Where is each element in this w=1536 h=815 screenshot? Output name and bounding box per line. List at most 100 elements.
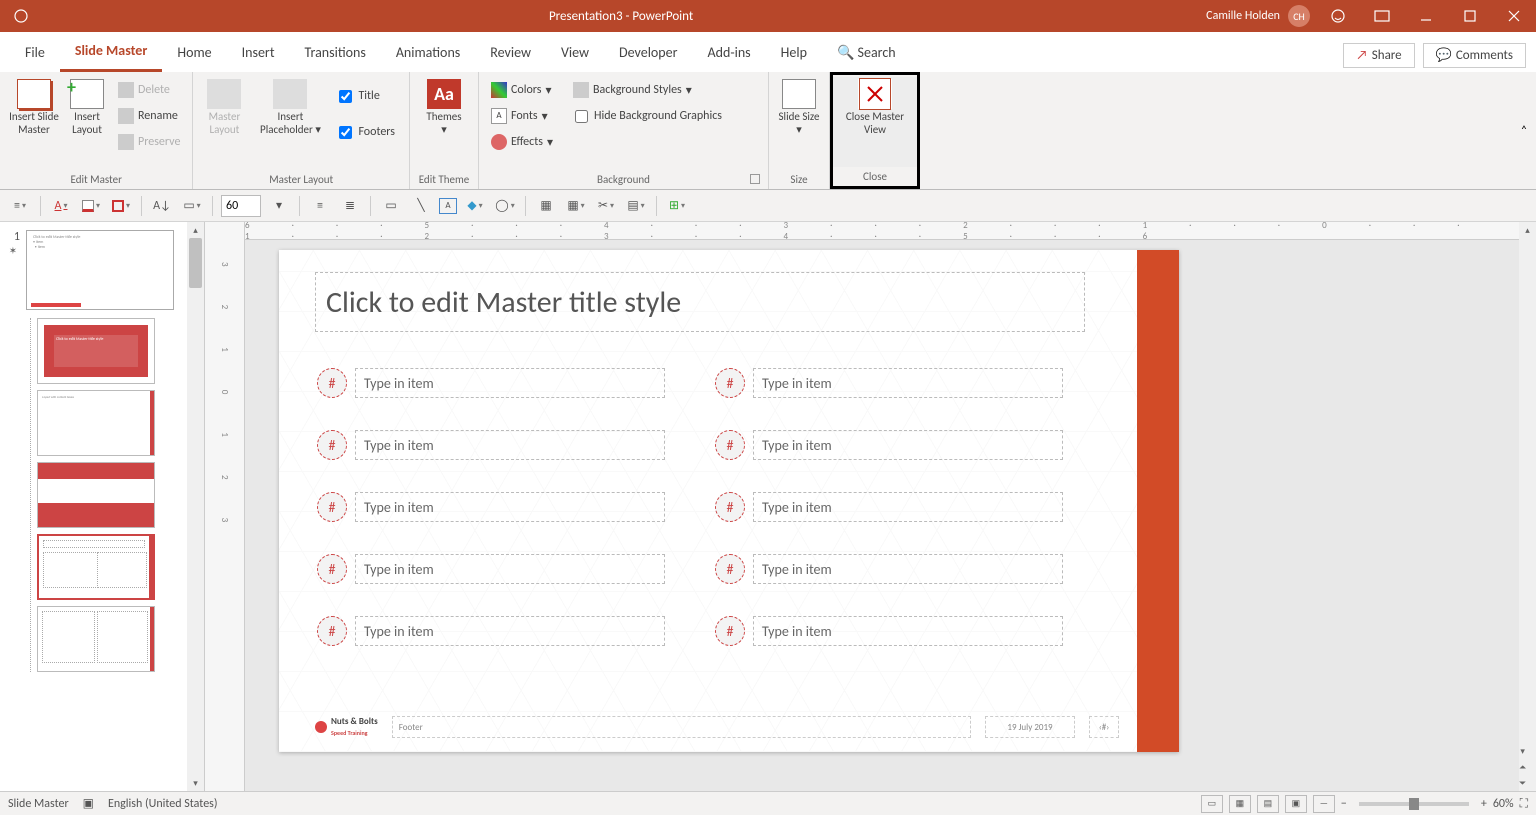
tab-animations[interactable]: Animations [381, 32, 475, 72]
item-text-placeholder[interactable]: Type in item [355, 368, 665, 398]
close-window-button[interactable] [1492, 0, 1536, 32]
font-color-button[interactable]: A [49, 194, 73, 218]
layout-thumbnail[interactable] [37, 606, 155, 672]
tab-insert[interactable]: Insert [227, 32, 290, 72]
user-area[interactable]: Camille Holden CH [1200, 5, 1316, 27]
title-checkbox[interactable]: Title [331, 85, 403, 107]
thumbnail-pane[interactable]: 1 ✶ Click to edit Master title style• it… [0, 222, 205, 791]
outline-color-button[interactable] [109, 194, 133, 218]
rename-button[interactable]: Rename [112, 105, 186, 127]
number-placeholder[interactable]: # [317, 368, 347, 398]
layout-thumbnail[interactable]: Click to edit Master title style [37, 318, 155, 384]
slideshow-button[interactable]: ▣ [1285, 795, 1307, 813]
comments-button[interactable]: 💬Comments [1423, 43, 1526, 68]
arrange-button[interactable]: ▭ [180, 194, 204, 218]
zoom-value[interactable]: 60% [1493, 797, 1514, 811]
insert-slide-master-button[interactable]: Insert Slide Master [6, 77, 62, 167]
zoom-in-button[interactable]: + [1481, 797, 1487, 811]
item-right-2[interactable]: #Type in item [715, 430, 1063, 460]
item-right-4[interactable]: #Type in item [715, 554, 1063, 584]
master-thumbnail[interactable]: Click to edit Master title style• item •… [26, 230, 174, 310]
slide-size-button[interactable]: Slide Size ▾ [775, 77, 823, 167]
date-placeholder[interactable]: 19 July 2019 [985, 716, 1075, 738]
ribbon-display-icon[interactable] [1360, 0, 1404, 32]
tab-transitions[interactable]: Transitions [290, 32, 381, 72]
reading-view-button[interactable]: ▤ [1257, 795, 1279, 813]
zoom-thumb[interactable] [1409, 798, 1419, 810]
tab-view[interactable]: View [546, 32, 604, 72]
insert-layout-button[interactable]: + Insert Layout [64, 77, 110, 167]
footer-placeholder[interactable]: Footer [392, 716, 971, 738]
effects-button[interactable]: Effects ▾ [485, 131, 559, 153]
rect-button[interactable]: ▭ [379, 194, 403, 218]
notes-button[interactable]: — [1313, 795, 1335, 813]
collapse-ribbon-button[interactable]: ˄ [1512, 72, 1536, 189]
next-slide-button[interactable]: ⏷ [1519, 775, 1526, 791]
sort-button[interactable]: A↓ [150, 194, 174, 218]
line-button[interactable]: ╲ [409, 194, 433, 218]
editor-scrollbar[interactable]: ▴ ▾ ⏶ ⏷ [1519, 222, 1536, 791]
maximize-button[interactable] [1448, 0, 1492, 32]
scroll-down-icon[interactable]: ▾ [187, 775, 204, 791]
hide-bg-checkbox[interactable]: Hide Background Graphics [567, 105, 730, 127]
tab-review[interactable]: Review [475, 32, 546, 72]
status-language[interactable]: English (United States) [108, 797, 218, 811]
footers-checkbox[interactable]: Footers [331, 121, 403, 143]
table-button[interactable]: ▦ [564, 194, 588, 218]
align-left-button[interactable]: ≡ [308, 194, 332, 218]
layout-thumbnail-selected[interactable] [37, 534, 155, 600]
guides-button[interactable]: ⊞ [665, 194, 689, 218]
item-left-5[interactable]: #Type in item [317, 616, 665, 646]
fill-color-button[interactable] [79, 194, 103, 218]
oval-button[interactable]: ◯ [493, 194, 517, 218]
item-right-1[interactable]: #Type in item [715, 368, 1063, 398]
autosave-toggle[interactable] [8, 3, 34, 29]
minimize-button[interactable] [1404, 0, 1448, 32]
search-box[interactable]: 🔍 Search [822, 32, 911, 72]
fit-to-window-button[interactable]: ⛶ [1520, 797, 1528, 811]
align-center-button[interactable]: ≣ [338, 194, 362, 218]
background-styles-button[interactable]: Background Styles ▾ [567, 79, 730, 101]
scroll-down-icon[interactable]: ▾ [1519, 743, 1526, 759]
prev-slide-button[interactable]: ⏶ [1519, 759, 1526, 775]
thumbnail-scrollbar[interactable]: ▴ ▾ [187, 222, 204, 791]
chevron-down-icon[interactable]: ▾ [267, 194, 291, 218]
tab-addins[interactable]: Add-ins [693, 32, 766, 72]
sorter-view-button[interactable]: ▦ [1229, 795, 1251, 813]
picture-button[interactable]: ▦ [534, 194, 558, 218]
title-placeholder[interactable]: Click to edit Master title style [315, 272, 1085, 332]
align-button[interactable]: ≡ [8, 194, 32, 218]
zoom-out-button[interactable]: − [1341, 797, 1347, 811]
chart-button[interactable]: ▤ [624, 194, 648, 218]
slide-canvas[interactable]: Click to edit Master title style # Type i… [279, 250, 1179, 752]
slide-editor[interactable]: 6 · · · 5 · · · 4 · · · 3 · · · 2 · · · … [245, 222, 1519, 791]
themes-button[interactable]: Aa Themes▾ [416, 77, 472, 167]
textbox-button[interactable]: A [439, 198, 457, 214]
fonts-button[interactable]: AFonts ▾ [485, 105, 559, 127]
share-button[interactable]: ↗Share [1343, 43, 1414, 68]
normal-view-button[interactable]: ▭ [1201, 795, 1223, 813]
close-master-view-button[interactable]: Close Master View [833, 77, 917, 167]
accessibility-icon[interactable]: ▣ [83, 796, 94, 811]
scrollbar-thumb[interactable] [189, 238, 202, 288]
tab-developer[interactable]: Developer [604, 32, 692, 72]
insert-placeholder-button[interactable]: Insert Placeholder ▾ [251, 77, 329, 167]
shape-button[interactable]: ◆ [463, 194, 487, 218]
layout-thumbnail[interactable] [37, 462, 155, 528]
face-icon[interactable] [1316, 0, 1360, 32]
tab-file[interactable]: File [10, 32, 60, 72]
scroll-up-icon[interactable]: ▴ [187, 222, 204, 238]
colors-button[interactable]: Colors ▾ [485, 79, 559, 101]
crop-button[interactable]: ✂ [594, 194, 618, 218]
zoom-slider[interactable] [1359, 802, 1469, 806]
item-left-1[interactable]: # Type in item [317, 368, 665, 398]
dialog-launcher-icon[interactable] [750, 174, 760, 184]
item-left-2[interactable]: #Type in item [317, 430, 665, 460]
item-right-3[interactable]: #Type in item [715, 492, 1063, 522]
tab-help[interactable]: Help [766, 32, 822, 72]
tab-home[interactable]: Home [162, 32, 226, 72]
item-left-4[interactable]: #Type in item [317, 554, 665, 584]
layout-thumbnail[interactable]: Layout with content boxes [37, 390, 155, 456]
item-left-3[interactable]: #Type in item [317, 492, 665, 522]
item-right-5[interactable]: #Type in item [715, 616, 1063, 646]
